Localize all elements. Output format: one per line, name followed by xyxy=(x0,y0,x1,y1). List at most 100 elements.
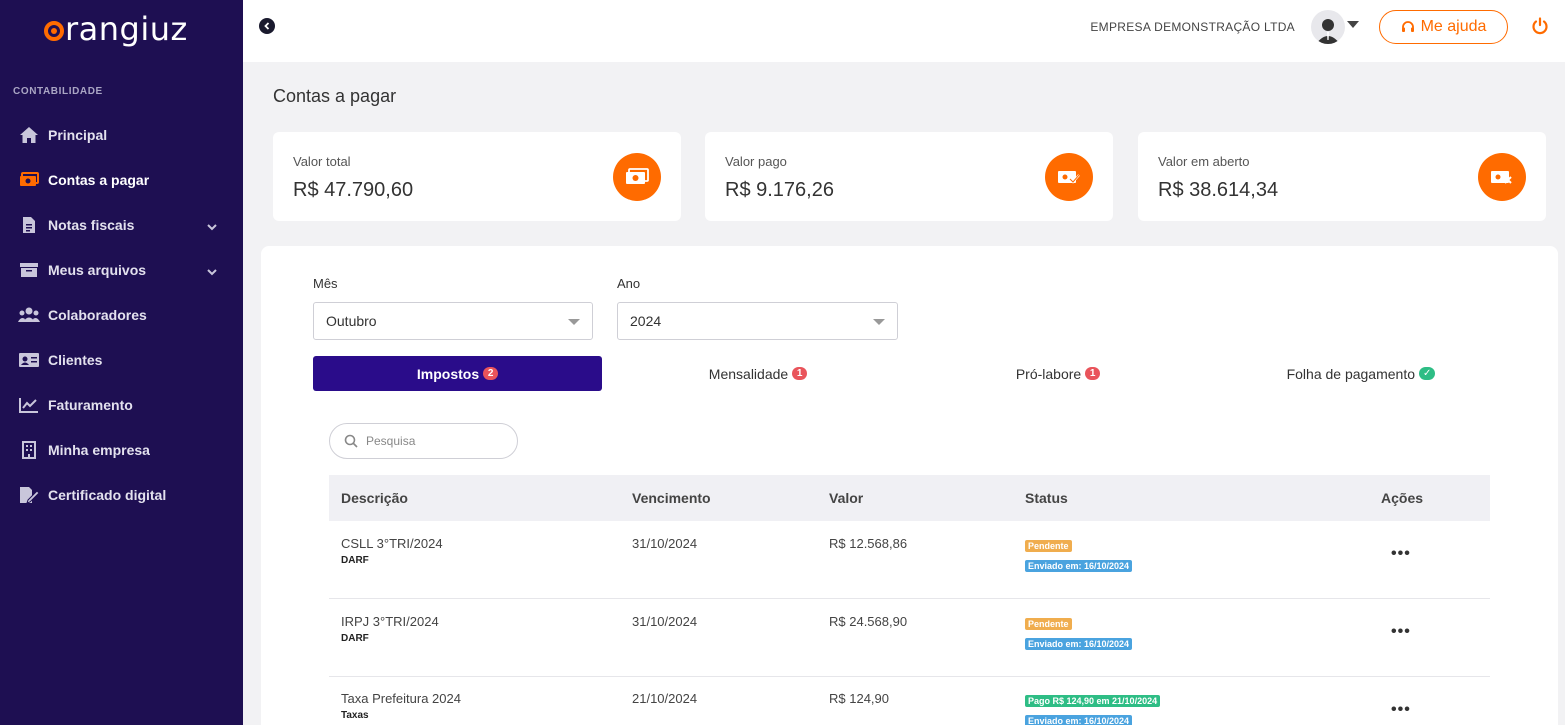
chevron-down-icon xyxy=(568,319,580,325)
tab-folha-de-pagamento[interactable]: Folha de pagamento ✓ xyxy=(1213,356,1509,391)
table-header: Descrição Vencimento Valor Status Ações xyxy=(329,475,1490,521)
sidebar: rangiuz CONTABILIDADE Principal Contas a… xyxy=(0,0,243,725)
status-badge: Pago R$ 124,90 em 21/10/2024 xyxy=(1025,695,1161,707)
row-actions-button[interactable]: ••• xyxy=(1391,623,1411,641)
money-icon xyxy=(18,171,40,189)
user-menu-caret[interactable] xyxy=(1347,21,1359,28)
search-input[interactable] xyxy=(366,434,496,448)
tab-count-badge: 1 xyxy=(1085,367,1101,380)
column-header[interactable]: Status xyxy=(1025,490,1068,506)
sent-date-badge: Enviado em: 16/10/2024 xyxy=(1025,715,1133,725)
sidebar-item-meus-arquivos[interactable]: Meus arquivos xyxy=(0,247,243,292)
value-cell: R$ 24.568,90 xyxy=(829,614,908,629)
summary-label: Valor em aberto xyxy=(1158,154,1250,169)
archive-icon xyxy=(18,261,40,279)
due-date-cell: 31/10/2024 xyxy=(632,536,698,551)
summary-value: R$ 38.614,34 xyxy=(1158,179,1279,201)
back-button[interactable] xyxy=(259,18,275,34)
search-icon xyxy=(344,434,358,448)
id-card-icon xyxy=(18,351,40,369)
row-actions-button[interactable]: ••• xyxy=(1391,701,1411,719)
company-name: EMPRESA DEMONSTRAÇÃO LTDA xyxy=(1090,20,1295,34)
money-x-icon xyxy=(1478,153,1526,201)
users-icon xyxy=(18,306,40,324)
tab-pro-labore[interactable]: Pró-labore 1 xyxy=(913,356,1203,391)
power-icon[interactable] xyxy=(1531,17,1549,35)
help-button[interactable]: Me ajuda xyxy=(1379,10,1508,44)
status-badge: Pendente xyxy=(1025,540,1072,552)
description-type: Taxas xyxy=(341,710,369,721)
sidebar-item-notas-fiscais[interactable]: Notas fiscais xyxy=(0,202,243,247)
status-cell: Pago R$ 124,90 em 21/10/2024 Enviado em:… xyxy=(1025,692,1161,725)
column-header[interactable]: Valor xyxy=(829,490,863,506)
help-button-label: Me ajuda xyxy=(1420,18,1487,35)
sent-date-badge: Enviado em: 16/10/2024 xyxy=(1025,638,1133,650)
money-bill-icon xyxy=(613,153,661,201)
due-date-cell: 21/10/2024 xyxy=(632,691,698,706)
sidebar-item-label: Meus arquivos xyxy=(48,261,147,278)
search-box[interactable] xyxy=(329,423,518,459)
sidebar-item-principal[interactable]: Principal xyxy=(0,112,243,157)
page-title: Contas a pagar xyxy=(273,86,397,106)
tab-label: Pró-labore xyxy=(1015,365,1082,382)
summary-label: Valor total xyxy=(293,154,351,169)
sidebar-nav: Principal Contas a pagar Notas fiscais M… xyxy=(0,112,243,517)
row-actions-button[interactable]: ••• xyxy=(1391,545,1411,563)
description-text: Taxa Prefeitura 2024 xyxy=(341,691,461,706)
topbar: EMPRESA DEMONSTRAÇÃO LTDA Me ajuda xyxy=(243,0,1565,62)
brand-logo[interactable]: rangiuz xyxy=(44,10,188,48)
summary-value: R$ 47.790,60 xyxy=(293,179,414,201)
user-icon xyxy=(1316,19,1340,44)
logo-o-mark xyxy=(44,21,64,41)
year-label: Ano xyxy=(617,276,641,291)
tab-impostos[interactable]: Impostos 2 xyxy=(313,356,602,391)
sidebar-item-label: Colaboradores xyxy=(48,306,147,323)
sidebar-item-label: Principal xyxy=(48,126,108,143)
value-cell: R$ 12.568,86 xyxy=(829,536,908,551)
sidebar-item-certificado-digital[interactable]: Certificado digital xyxy=(0,472,243,517)
avatar[interactable] xyxy=(1311,10,1345,44)
summary-card-open: Valor em aberto R$ 38.614,34 xyxy=(1138,132,1546,221)
table-row: Taxa Prefeitura 2024 Taxas 21/10/2024 R$… xyxy=(329,677,1490,725)
brand-name: rangiuz xyxy=(65,10,188,48)
chevron-left-icon xyxy=(264,22,270,30)
chevron-down-icon xyxy=(873,319,885,325)
table-row: CSLL 3°TRI/2024 DARF 31/10/2024 R$ 12.56… xyxy=(329,521,1490,599)
sidebar-item-label: Clientes xyxy=(48,351,103,368)
money-check-icon xyxy=(1045,153,1093,201)
chevron-down-icon[interactable] xyxy=(207,263,217,279)
column-header: Ações xyxy=(1381,490,1424,506)
tab-label: Mensalidade xyxy=(708,365,789,382)
due-date-cell: 31/10/2024 xyxy=(632,614,698,629)
year-select[interactable]: 2024 xyxy=(617,302,898,340)
sidebar-item-clientes[interactable]: Clientes xyxy=(0,337,243,382)
sidebar-item-label: Contas a pagar xyxy=(48,171,150,188)
month-label: Mês xyxy=(313,276,338,291)
sidebar-item-faturamento[interactable]: Faturamento xyxy=(0,382,243,427)
tab-count-badge: 2 xyxy=(483,367,499,380)
description-cell: CSLL 3°TRI/2024 DARF xyxy=(341,536,443,566)
year-select-value: 2024 xyxy=(630,313,662,329)
bills-table: Descrição Vencimento Valor Status Ações … xyxy=(329,475,1490,725)
sidebar-item-contas-a-pagar[interactable]: Contas a pagar xyxy=(0,157,243,202)
status-cell: Pendente Enviado em: 16/10/2024 xyxy=(1025,537,1133,577)
tab-mensalidade[interactable]: Mensalidade 1 xyxy=(613,356,903,391)
main-panel: Mês Outubro Ano 2024 Impostos 2 Mensalid… xyxy=(261,246,1558,725)
description-cell: IRPJ 3°TRI/2024 DARF xyxy=(341,614,439,644)
check-badge: ✓ xyxy=(1419,367,1436,380)
file-signature-icon xyxy=(18,486,40,504)
chevron-down-icon[interactable] xyxy=(207,218,217,234)
sidebar-item-minha-empresa[interactable]: Minha empresa xyxy=(0,427,243,472)
value-cell: R$ 124,90 xyxy=(829,691,889,706)
month-select[interactable]: Outubro xyxy=(313,302,593,340)
file-invoice-icon xyxy=(18,216,40,234)
sent-date-badge: Enviado em: 16/10/2024 xyxy=(1025,560,1133,572)
description-type: DARF xyxy=(341,633,369,644)
column-header[interactable]: Vencimento xyxy=(632,490,711,506)
tab-label: Impostos xyxy=(416,365,480,382)
sidebar-item-colaboradores[interactable]: Colaboradores xyxy=(0,292,243,337)
building-icon xyxy=(18,440,40,459)
summary-value: R$ 9.176,26 xyxy=(725,179,834,201)
column-header[interactable]: Descrição xyxy=(341,490,408,506)
chart-line-icon xyxy=(18,396,40,414)
